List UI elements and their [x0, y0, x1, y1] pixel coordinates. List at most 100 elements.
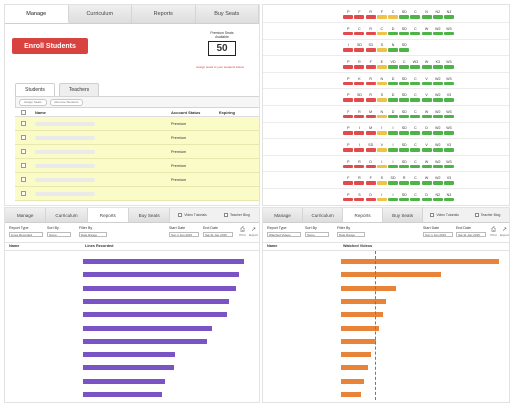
end-date-input[interactable]: Sat 31 Jan 2015 — [203, 232, 233, 237]
tab-curriculum[interactable]: Curriculum — [46, 208, 88, 222]
level-cell[interactable]: W2 — [432, 143, 444, 152]
level-cell[interactable]: SD — [399, 126, 410, 135]
level-cell[interactable]: W — [421, 60, 432, 69]
level-cell[interactable]: V — [421, 77, 432, 86]
level-cell[interactable]: W3 — [443, 60, 455, 69]
row-checkbox[interactable] — [15, 191, 31, 196]
tab-manage[interactable]: Manage — [5, 208, 47, 222]
level-cell[interactable]: N2 — [432, 10, 444, 19]
level-cell[interactable]: N3 — [443, 193, 455, 202]
level-cell[interactable]: W2 — [432, 126, 444, 135]
sort-by-select[interactable]: Score — [47, 232, 71, 237]
tab-manage[interactable]: Manage — [263, 208, 304, 222]
table-row[interactable]: Premium — [15, 145, 259, 159]
start-date-input[interactable]: Sun 1 Jan 2015 — [169, 232, 199, 237]
level-cell[interactable]: C — [410, 126, 421, 135]
level-cell[interactable]: SD — [399, 10, 410, 19]
level-cell[interactable]: C — [410, 143, 421, 152]
level-cell[interactable]: W2 — [432, 160, 444, 169]
level-cell[interactable]: W3 — [410, 60, 421, 69]
level-cell[interactable]: N — [376, 110, 388, 119]
level-cell[interactable]: SD — [399, 77, 410, 86]
level-cell[interactable]: E — [376, 60, 388, 69]
level-cell[interactable]: D — [388, 110, 399, 119]
level-cell[interactable]: N — [376, 77, 388, 86]
level-cell[interactable]: S — [376, 93, 388, 102]
level-cell[interactable]: SD — [354, 93, 365, 102]
row-checkbox[interactable] — [15, 121, 31, 126]
remove-students-action[interactable]: Remove Students — [49, 98, 84, 106]
table-row[interactable]: Premium — [15, 159, 259, 173]
level-cell[interactable]: R — [354, 60, 365, 69]
assign-seats-action[interactable]: Assign Seats — [19, 98, 47, 106]
sort-by-select[interactable]: Score — [305, 232, 329, 237]
level-cell[interactable]: R — [354, 160, 365, 169]
level-cell[interactable]: SD — [399, 110, 410, 119]
level-cell[interactable]: D — [388, 27, 399, 36]
level-cell[interactable]: R — [399, 176, 410, 185]
level-cell[interactable]: C — [410, 110, 421, 119]
enroll-students-button[interactable]: Enroll Students — [12, 38, 88, 54]
tab-buy-seats[interactable]: Buy Seats — [128, 208, 171, 222]
select-all-checkbox[interactable] — [15, 109, 31, 115]
level-cell[interactable]: I — [376, 193, 388, 202]
level-cell[interactable]: SD — [354, 43, 365, 52]
level-cell[interactable]: P — [343, 10, 354, 19]
level-cell[interactable]: D — [388, 93, 399, 102]
level-cell[interactable]: W3 — [443, 77, 455, 86]
level-cell[interactable]: P — [343, 60, 354, 69]
level-cell[interactable]: K3 — [432, 60, 444, 69]
export-button[interactable]: ↗ Export — [500, 227, 509, 237]
teacher-blog-toggle[interactable]: Teacher Blog — [214, 208, 259, 222]
row-checkbox[interactable] — [15, 149, 31, 154]
level-cell[interactable]: D — [388, 77, 399, 86]
video-tutorials-toggle[interactable]: Video Tutorials — [423, 208, 467, 222]
level-cell[interactable]: P — [343, 126, 354, 135]
tab-reports[interactable]: Reports — [132, 5, 196, 23]
level-cell[interactable]: W — [421, 110, 432, 119]
level-cell[interactable]: W2 — [432, 176, 444, 185]
table-row[interactable]: Premium — [15, 173, 259, 187]
filter-by-select[interactable]: Date Range — [79, 232, 107, 237]
level-cell[interactable]: SD — [399, 27, 410, 36]
level-cell[interactable]: P — [343, 93, 354, 102]
tab-manage[interactable]: Manage — [5, 5, 69, 23]
level-cell[interactable]: C — [376, 27, 388, 36]
level-cell[interactable]: W3 — [443, 160, 455, 169]
level-cell[interactable]: SD — [399, 143, 410, 152]
level-cell[interactable]: I — [388, 126, 399, 135]
filter-by-select[interactable]: Date Range — [337, 232, 365, 237]
level-cell[interactable]: W — [421, 176, 432, 185]
level-cell[interactable]: F — [354, 10, 365, 19]
level-cell[interactable]: V — [421, 143, 432, 152]
level-cell[interactable]: R — [365, 77, 376, 86]
level-cell[interactable]: R — [365, 27, 376, 36]
level-cell[interactable]: V3 — [443, 93, 455, 102]
level-cell[interactable]: R — [354, 176, 365, 185]
export-button[interactable]: ↗ Export — [249, 227, 258, 237]
level-cell[interactable]: C — [410, 193, 421, 202]
level-cell[interactable]: D — [365, 160, 376, 169]
end-date-input[interactable]: Sat 31 Jan 2015 — [456, 232, 486, 237]
level-cell[interactable]: I — [388, 143, 399, 152]
level-cell[interactable]: SD — [399, 160, 410, 169]
level-cell[interactable]: V3 — [443, 143, 455, 152]
tab-buy-seats[interactable]: Buy Seats — [383, 208, 424, 222]
table-row[interactable] — [15, 187, 259, 201]
level-cell[interactable]: C — [410, 160, 421, 169]
level-cell[interactable]: C — [410, 176, 421, 185]
level-cell[interactable]: C — [410, 27, 421, 36]
level-cell[interactable]: I — [354, 126, 365, 135]
level-cell[interactable]: C — [410, 10, 421, 19]
level-cell[interactable]: W3 — [443, 110, 455, 119]
print-button[interactable]: ⎙ Print — [489, 227, 498, 237]
level-cell[interactable]: P — [343, 160, 354, 169]
level-cell[interactable]: R — [354, 110, 365, 119]
level-cell[interactable]: P — [343, 193, 354, 202]
level-cell[interactable]: I — [388, 160, 399, 169]
level-cell[interactable]: F — [343, 176, 354, 185]
level-cell[interactable]: V — [376, 143, 388, 152]
level-cell[interactable]: P — [343, 77, 354, 86]
level-cell[interactable]: I — [343, 43, 354, 52]
col-name[interactable]: Name — [31, 110, 171, 115]
